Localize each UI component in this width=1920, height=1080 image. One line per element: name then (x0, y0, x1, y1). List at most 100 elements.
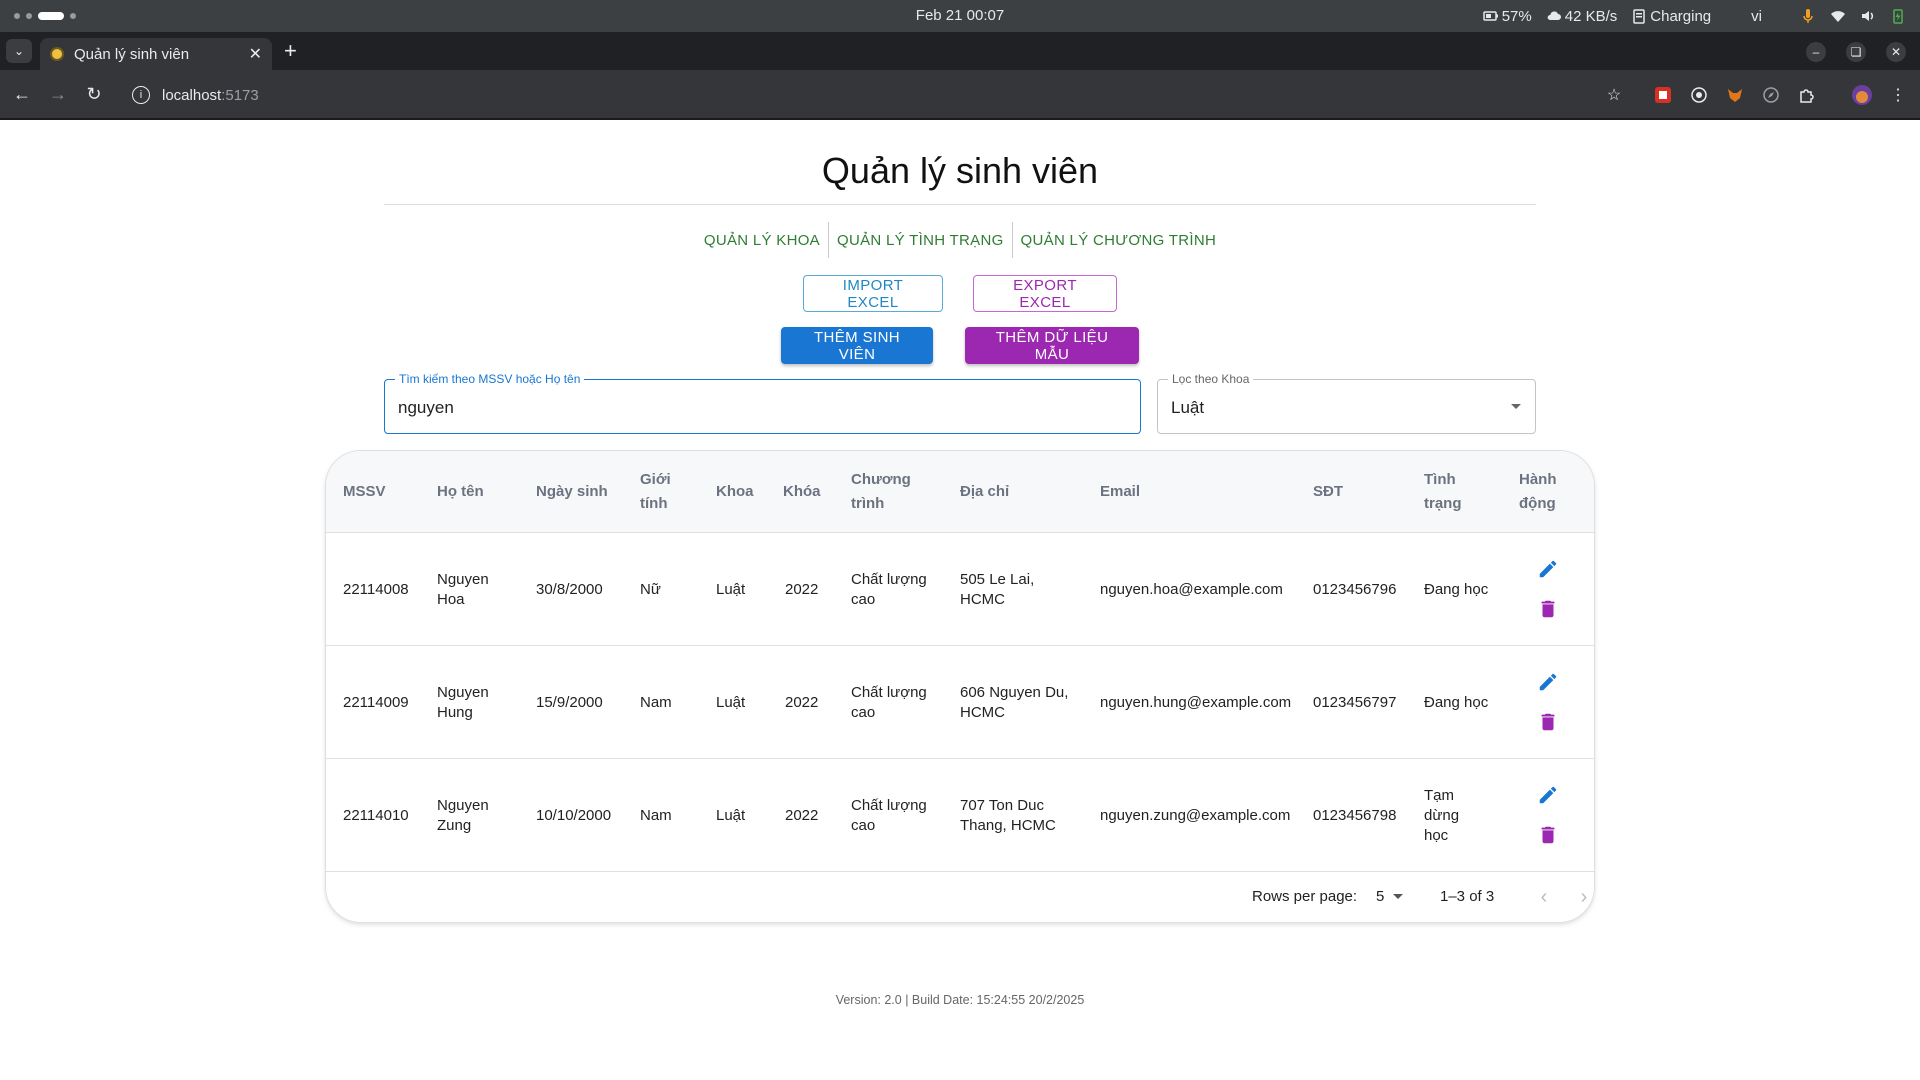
tab-title: Quản lý sinh viên (74, 45, 190, 63)
cell-faculty: Luật (716, 693, 746, 711)
header-phone[interactable]: SĐT (1313, 451, 1373, 533)
nav-manage-status[interactable]: QUẢN LÝ TÌNH TRẠNG (829, 222, 1012, 259)
battery-charging-icon[interactable] (1890, 8, 1906, 24)
extension-compass-icon[interactable] (1761, 85, 1781, 105)
header-course[interactable]: Khóa (783, 451, 833, 533)
back-arrow-icon[interactable]: ← (11, 83, 33, 105)
table-row[interactable]: 22114010 Nguyen Zung 10/10/2000 Nam Luật… (326, 759, 1594, 872)
network-monitor[interactable]: 42 KB/s (1546, 8, 1617, 25)
title-divider (384, 204, 1536, 205)
header-actions: Hành động (1519, 471, 1557, 512)
delete-icon[interactable] (1536, 597, 1560, 621)
table-row[interactable]: 22114009 Nguyen Hung 15/9/2000 Nam Luật … (326, 646, 1594, 759)
cell-mssv: 22114009 (343, 693, 409, 711)
volume-icon[interactable] (1860, 8, 1876, 24)
cell-name: Nguyen Hung (437, 683, 489, 721)
cell-name: Nguyen Zung (437, 796, 489, 834)
tab-search-button[interactable]: ⌄ (6, 39, 32, 63)
forward-arrow-icon[interactable]: → (47, 83, 69, 105)
wifi-icon[interactable] (1830, 8, 1846, 24)
version-footer: Version: 2.0 | Build Date: 15:24:55 20/2… (835, 993, 1085, 1007)
cell-program: Chất lượng cao (851, 683, 927, 721)
clipboard-icon (1633, 9, 1646, 24)
edit-icon[interactable] (1536, 670, 1560, 694)
microphone-icon[interactable] (1800, 8, 1816, 24)
browser-tab-strip: ⌄ Quản lý sinh viên ✕ + – ❏ ✕ (0, 32, 1920, 70)
import-excel-button[interactable]: IMPORT EXCEL (803, 275, 943, 312)
faculty-filter-select[interactable]: Lọc theo Khoa Luật (1157, 372, 1536, 434)
header-gender[interactable]: Giới tính (640, 451, 682, 533)
header-mssv[interactable]: MSSV (343, 451, 423, 533)
cell-name: Nguyen Hoa (437, 570, 489, 608)
edit-icon[interactable] (1536, 557, 1560, 581)
delete-icon[interactable] (1536, 823, 1560, 847)
rows-per-page-label: Rows per page: (1252, 888, 1358, 905)
extension-fox-icon[interactable] (1725, 85, 1745, 105)
cell-dob: 30/8/2000 (536, 580, 603, 598)
add-student-button[interactable]: THÊM SINH VIÊN (781, 327, 933, 364)
header-name[interactable]: Họ tên (437, 451, 517, 533)
extensions-puzzle-icon[interactable] (1797, 85, 1817, 105)
input-language[interactable]: vi (1751, 8, 1762, 25)
header-email[interactable]: Email (1100, 451, 1180, 533)
search-label: Tìm kiếm theo MSSV hoặc Họ tên (395, 372, 585, 386)
extension-red-icon[interactable] (1653, 85, 1673, 105)
reload-icon[interactable]: ↻ (83, 83, 105, 105)
cell-phone: 0123456797 (1313, 693, 1397, 711)
site-info-icon[interactable]: i (132, 86, 150, 104)
header-address[interactable]: Địa chỉ (960, 451, 1040, 533)
search-input[interactable]: Tìm kiếm theo MSSV hoặc Họ tên nguyen (384, 372, 1141, 434)
browser-menu-icon[interactable]: ⋮ (1888, 85, 1908, 105)
new-tab-button[interactable]: + (284, 40, 297, 62)
management-nav: QUẢN LÝ KHOA QUẢN LÝ TÌNH TRẠNG QUẢN LÝ … (0, 222, 1920, 259)
add-sample-data-button[interactable]: THÊM DỮ LIỆU MẪU (965, 327, 1139, 364)
cell-course: 2022 (785, 580, 819, 598)
bookmark-star-icon[interactable]: ☆ (1604, 85, 1624, 105)
add-buttons: THÊM SINH VIÊN THÊM DỮ LIỆU MẪU (0, 327, 1920, 364)
nav-manage-program[interactable]: QUẢN LÝ CHƯƠNG TRÌNH (1013, 222, 1225, 259)
url-host: localhost (162, 86, 222, 104)
url-port: :5173 (221, 86, 259, 104)
cell-program: Chất lượng cao (851, 570, 927, 608)
restore-window-button[interactable]: ❏ (1846, 42, 1866, 62)
profile-avatar[interactable] (1852, 85, 1872, 105)
nav-manage-faculty[interactable]: QUẢN LÝ KHOA (696, 222, 828, 259)
students-table: MSSV Họ tên Ngày sinh Giới tính Khoa Khó… (325, 450, 1595, 923)
export-excel-button[interactable]: EXPORT EXCEL (973, 275, 1117, 312)
table-row[interactable]: 22114008 Nguyen Hoa 30/8/2000 Nữ Luật 20… (326, 533, 1594, 646)
app-page: Quản lý sinh viên QUẢN LÝ KHOA QUẢN LÝ T… (0, 120, 1920, 1080)
header-faculty[interactable]: Khoa (716, 451, 766, 533)
cloud-upload-icon (1547, 11, 1561, 20)
chevron-down-icon (1511, 404, 1521, 409)
pagination-range: 1–3 of 3 (1440, 888, 1495, 905)
header-dob[interactable]: Ngày sinh (536, 451, 621, 533)
browser-tab-active[interactable]: Quản lý sinh viên ✕ (40, 38, 272, 70)
rows-per-page-select[interactable]: 5 (1376, 888, 1384, 905)
cell-dob: 10/10/2000 (536, 806, 612, 824)
chevron-down-icon[interactable] (1393, 894, 1403, 899)
power-status[interactable]: Charging (1631, 8, 1711, 25)
cell-address: 707 Ton Duc Thang, HCMC (960, 796, 1056, 834)
tab-close-icon[interactable]: ✕ (249, 44, 262, 64)
cell-course: 2022 (785, 806, 819, 824)
battery-percent: 57% (1501, 7, 1532, 25)
cell-email: nguyen.hoa@example.com (1100, 580, 1283, 598)
minimize-window-button[interactable]: – (1806, 42, 1826, 62)
cell-gender: Nam (640, 693, 672, 711)
excel-buttons: IMPORT EXCEL EXPORT EXCEL (0, 275, 1920, 312)
cell-status: Đang học (1424, 693, 1489, 711)
extension-target-icon[interactable] (1689, 85, 1709, 105)
edit-icon[interactable] (1536, 783, 1560, 807)
filter-value: Luật (1171, 398, 1205, 417)
system-tray[interactable]: 57% 42 KB/s Charging vi (1482, 0, 1920, 32)
header-program[interactable]: Chương trình (851, 451, 931, 533)
next-page-icon[interactable]: › (1572, 885, 1594, 909)
previous-page-icon[interactable]: ‹ (1532, 885, 1556, 909)
header-status[interactable]: Tình trạng (1424, 451, 1484, 533)
delete-icon[interactable] (1536, 710, 1560, 734)
battery-indicator[interactable]: 57% (1482, 7, 1532, 25)
cell-mssv: 22114010 (343, 806, 409, 824)
cell-phone: 0123456796 (1313, 580, 1397, 598)
address-bar[interactable]: i localhost :5173 (124, 78, 1628, 112)
close-window-button[interactable]: ✕ (1886, 42, 1906, 62)
